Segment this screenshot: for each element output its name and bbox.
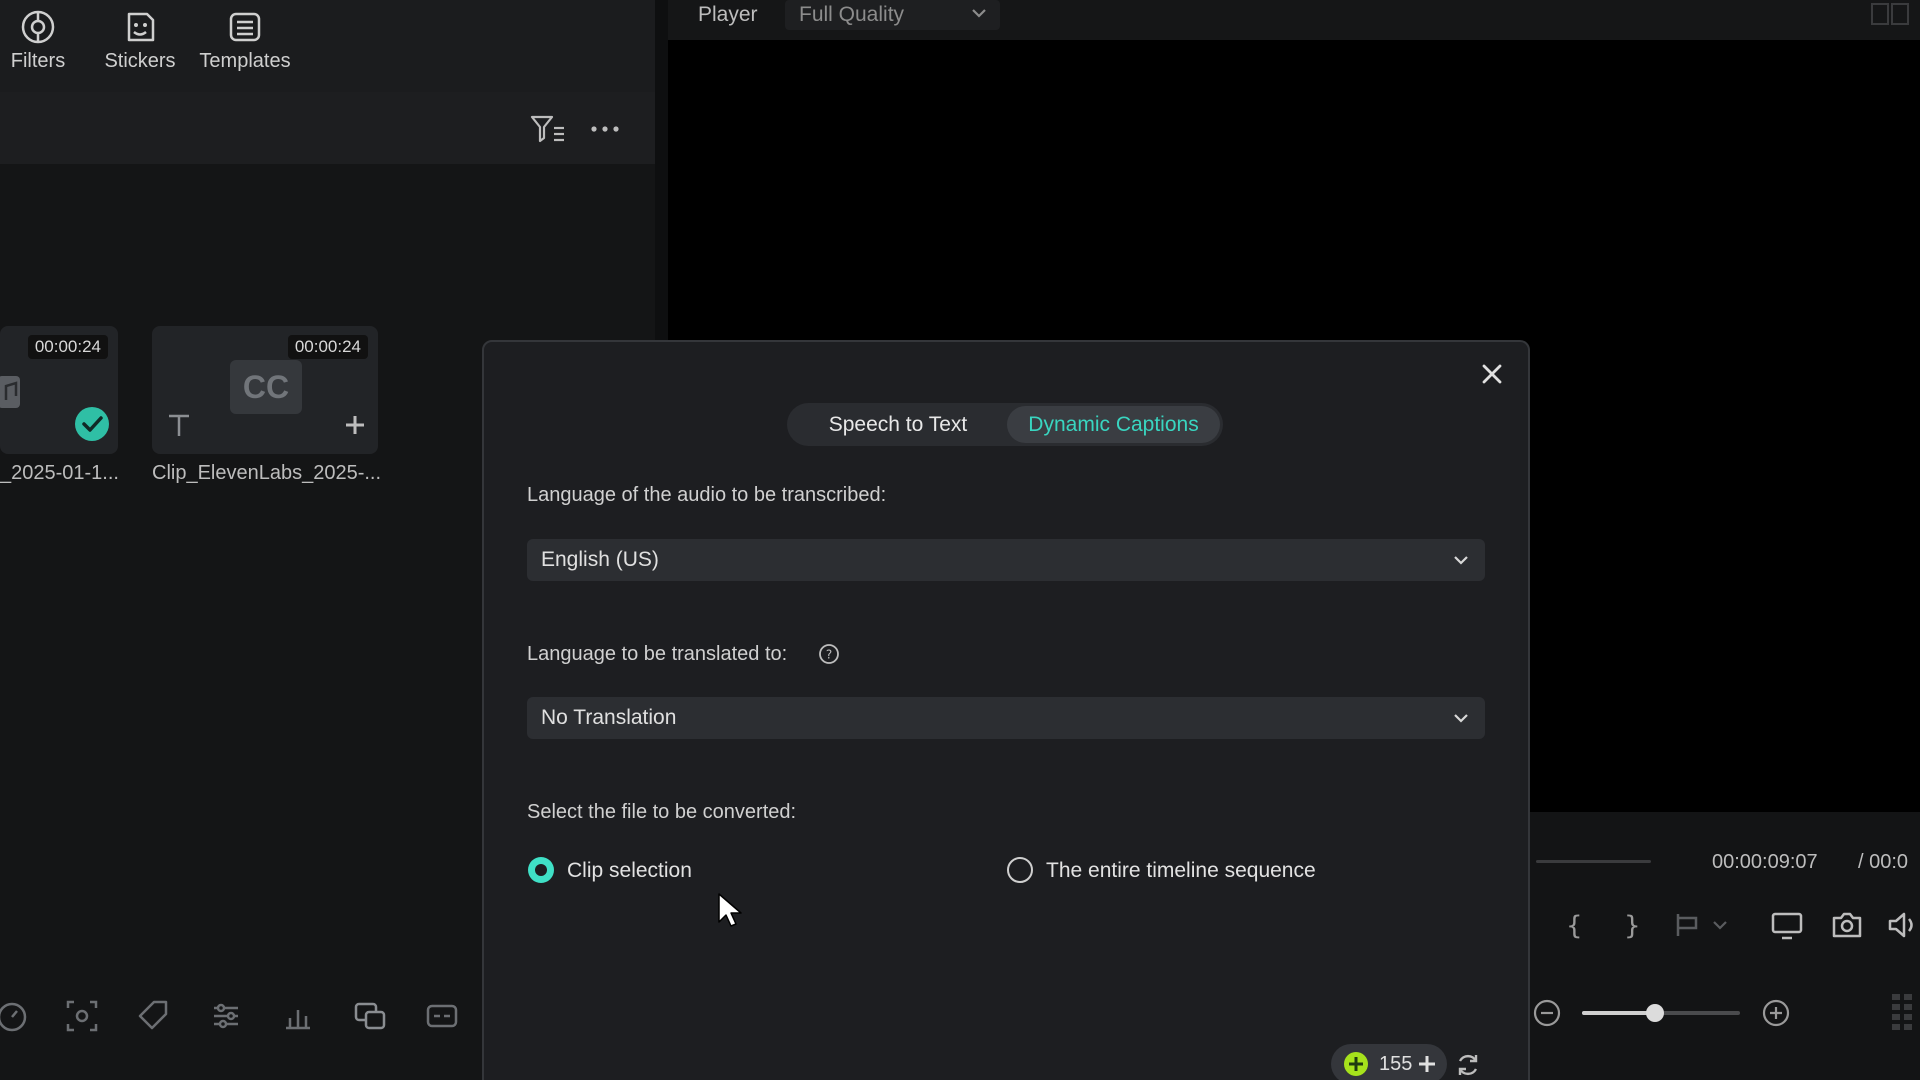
total-timecode: / 00:0: [1858, 851, 1909, 873]
audio-mixer-icon[interactable]: [280, 998, 316, 1034]
clip-name: _2025-01-1...: [0, 462, 119, 484]
toolbar-templates[interactable]: Templates: [197, 8, 293, 73]
radio-entire-timeline-label: The entire timeline sequence: [1046, 859, 1316, 882]
filters-icon: [21, 10, 55, 44]
tab-speech-to-text[interactable]: Speech to Text: [792, 406, 1004, 443]
caption-cc-badge: CC: [230, 360, 302, 414]
chevron-down-icon: [1454, 556, 1468, 565]
ai-caption-icon[interactable]: [424, 998, 460, 1034]
radio-entire-timeline[interactable]: [1007, 857, 1033, 883]
toolbar-filters[interactable]: Filters: [0, 8, 86, 73]
mark-out-icon[interactable]: }: [1614, 908, 1648, 942]
playback-progress[interactable]: [1536, 860, 1651, 863]
close-icon[interactable]: [1474, 356, 1510, 392]
add-icon[interactable]: [342, 412, 368, 438]
volume-icon[interactable]: [1886, 908, 1920, 942]
crop-icon[interactable]: [64, 998, 100, 1034]
player-label: Player: [698, 3, 758, 26]
toolbar-stickers[interactable]: Stickers: [92, 8, 188, 73]
radio-clip-selection[interactable]: [528, 857, 554, 883]
file-select-label: Select the file to be converted:: [527, 801, 797, 823]
svg-text:?: ?: [826, 648, 832, 662]
add-credits-icon[interactable]: [1416, 1053, 1438, 1075]
svg-text:{: {: [1566, 911, 1583, 941]
audio-language-select[interactable]: English (US): [527, 539, 1485, 581]
grip-icon[interactable]: [1890, 990, 1914, 1034]
mouse-cursor-icon: [718, 893, 742, 927]
chevron-down-icon[interactable]: [1710, 908, 1730, 942]
audio-language-value: English (US): [541, 548, 659, 571]
templates-icon: [229, 12, 261, 42]
chevron-down-icon: [1454, 714, 1468, 723]
adjust-icon[interactable]: [208, 998, 244, 1034]
text-icon: [169, 414, 189, 436]
insert-icon[interactable]: [1672, 908, 1706, 942]
translate-language-label: Language to be translated to:: [527, 643, 788, 665]
credits-count: 155: [1379, 1053, 1413, 1075]
zoom-slider-fill: [1582, 1011, 1655, 1015]
clip-duration: 00:00:24: [27, 335, 108, 359]
translate-language-select[interactable]: No Translation: [527, 697, 1485, 739]
display-icon[interactable]: [1770, 908, 1804, 942]
tag-icon[interactable]: [136, 998, 172, 1034]
credits-coin-icon: [1344, 1052, 1368, 1076]
audio-language-label: Language of the audio to be transcribed:: [527, 484, 887, 506]
tab-dynamic-captions[interactable]: Dynamic Captions: [1007, 406, 1220, 443]
check-icon: [75, 407, 109, 441]
translate-language-value: No Translation: [541, 706, 677, 729]
ai-translate-icon[interactable]: [352, 998, 388, 1034]
toolbar-filters-label: Filters: [10, 50, 66, 72]
media-clip-thumbnail[interactable]: 00:00:24 CC: [152, 326, 378, 454]
stickers-icon: [127, 12, 155, 42]
zoom-in-icon[interactable]: [1761, 998, 1791, 1028]
mark-in-icon[interactable]: {: [1556, 908, 1590, 942]
zoom-out-icon[interactable]: [1532, 998, 1562, 1028]
chevron-down-icon: [972, 9, 986, 18]
clip-name: Clip_ElevenLabs_2025-...: [152, 462, 382, 484]
toolbar-templates-label: Templates: [199, 50, 291, 72]
current-timecode: 00:00:09:07: [1712, 851, 1818, 873]
quality-value: Full Quality: [799, 3, 905, 26]
zoom-slider-handle[interactable]: [1646, 1004, 1664, 1022]
svg-text:}: }: [1624, 911, 1641, 941]
radio-clip-selection-label: Clip selection: [567, 859, 692, 882]
snapshot-camera-icon[interactable]: [1830, 908, 1864, 942]
clip-duration: 00:00:24: [287, 335, 368, 359]
layout-grid-icon[interactable]: [1870, 2, 1910, 26]
speed-icon[interactable]: [0, 998, 30, 1034]
toolbar-stickers-label: Stickers: [104, 50, 176, 72]
media-clip-thumbnail[interactable]: 00:00:24: [0, 326, 118, 454]
more-options-icon[interactable]: [590, 120, 620, 138]
music-note-icon: [0, 376, 20, 408]
filter-sort-icon[interactable]: [530, 114, 566, 144]
help-icon[interactable]: ?: [818, 643, 840, 665]
refresh-icon[interactable]: [1454, 1051, 1482, 1079]
